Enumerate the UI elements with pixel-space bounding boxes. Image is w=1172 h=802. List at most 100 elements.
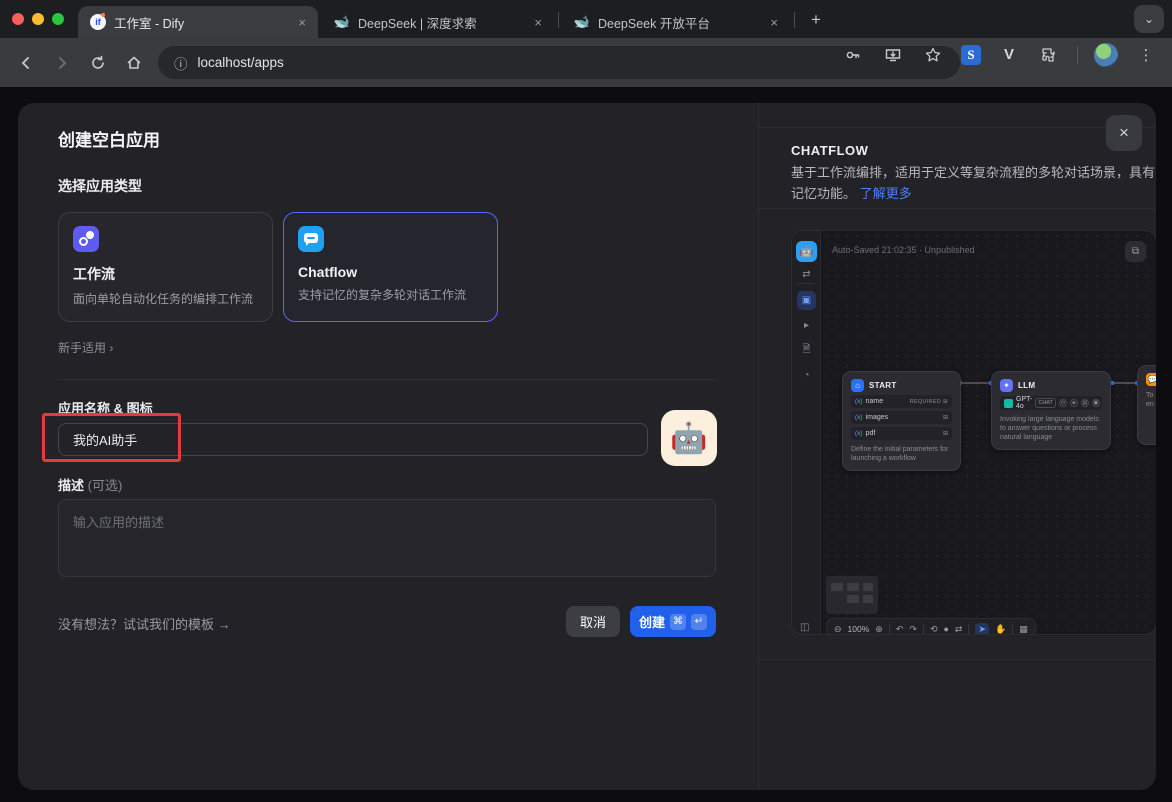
app-type-card-chatflow[interactable]: Chatflow 支持记忆的复杂多轮对话工作流 xyxy=(283,212,498,322)
preview-sidebar-divider xyxy=(798,283,815,284)
redo-icon: ↷ xyxy=(909,624,917,635)
tab-deepseek-chat[interactable]: 🐋 DeepSeek | 深度求索 × xyxy=(322,6,554,38)
beginner-friendly-link[interactable]: 新手适用 › xyxy=(58,339,113,356)
preview-swap-icon: ⇄ xyxy=(797,265,816,284)
zoom-in-icon: ⊕ xyxy=(875,624,883,635)
choose-type-label: 选择应用类型 xyxy=(58,176,142,196)
answer-node-clipped: 💬 AN To en xyxy=(1137,365,1156,445)
preview-panel-toggle-icon: ◫ xyxy=(800,622,809,633)
close-modal-button[interactable]: × xyxy=(1106,115,1142,151)
tab-title: DeepSeek 开放平台 xyxy=(598,13,760,32)
url-text: localhost/apps xyxy=(198,55,284,70)
loop-icon: ⇄ xyxy=(955,624,963,635)
card-description: 支持记忆的复杂多轮对话工作流 xyxy=(298,286,483,303)
preview-sidebar: 🤖 ⇄ ▣ ▸ 🗎 ◔ xyxy=(792,231,821,635)
preview-logs-icon: 🗎 xyxy=(797,341,816,360)
llm-node-description: Invoking large language models to answer… xyxy=(1000,415,1102,442)
history-icon: ⟲ xyxy=(930,624,938,635)
address-bar[interactable]: ⓘ localhost/apps xyxy=(158,46,960,79)
preview-orchestrate-icon: ▣ xyxy=(797,291,816,310)
create-app-form: 创建空白应用 选择应用类型 工作流 面向单轮自动化任务的编排工作流 Chatfl… xyxy=(18,103,758,790)
tab-close-icon[interactable]: × xyxy=(296,15,308,30)
bookmark-star-icon[interactable] xyxy=(921,43,945,67)
panel-divider xyxy=(759,127,1156,128)
panel-divider xyxy=(759,659,1156,660)
modal-title: 创建空白应用 xyxy=(58,126,160,151)
window-zoom-button[interactable] xyxy=(52,13,64,25)
llm-model-chip: GPT-4o CHAT ◷◈▤▣ xyxy=(1000,396,1102,410)
edge-start-llm xyxy=(960,382,992,384)
preview-app-avatar: 🤖 xyxy=(796,241,817,262)
reload-icon[interactable] xyxy=(84,49,112,77)
home-node-icon: ⌂ xyxy=(851,379,864,392)
new-tab-button[interactable]: + xyxy=(806,10,826,30)
home-icon[interactable] xyxy=(120,49,148,77)
workflow-icon xyxy=(73,226,99,252)
organize-icon: ▦ xyxy=(1019,624,1028,635)
dify-page-background: 创建空白应用 选择应用类型 工作流 面向单轮自动化任务的编排工作流 Chatfl… xyxy=(0,87,1172,802)
pointer-tool-icon: ➤ xyxy=(975,623,989,636)
password-key-icon[interactable] xyxy=(841,43,865,67)
start-node: ⌂ START (x) name REQUIRED⊞ (x) images ⊞ xyxy=(842,371,961,471)
browser-chrome: if 工作室 - Dify × 🐋 DeepSeek | 深度求索 × 🐋 De… xyxy=(0,0,1172,87)
preview-run-icon: ▸ xyxy=(797,316,816,335)
app-icon-emoji-button[interactable]: 🤖 xyxy=(661,410,717,466)
tab-close-icon[interactable]: × xyxy=(768,15,780,30)
annotation-highlight-box xyxy=(42,413,181,462)
llm-node: ✦ LLM GPT-4o CHAT ◷◈▤▣ Invoking large la… xyxy=(991,371,1111,450)
app-description-textarea[interactable] xyxy=(58,499,716,577)
workflow-preview-image: 🤖 ⇄ ▣ ▸ 🗎 ◔ Auto-Saved 21:02:35 · Unpubl… xyxy=(791,230,1156,635)
preview-minimap xyxy=(826,576,878,614)
tab-dify[interactable]: if 工作室 - Dify × xyxy=(78,6,318,38)
undo-icon: ↶ xyxy=(896,624,904,635)
start-field-pdf: (x) pdf ⊞ xyxy=(851,427,952,440)
preview-zoom-toolbar: ⊖ 100% ⊕ ↶ ↷ ⟲ ● ⇄ ➤ ✋ ▦ xyxy=(826,618,1036,635)
app-type-card-workflow[interactable]: 工作流 面向单轮自动化任务的编排工作流 xyxy=(58,212,273,322)
enter-key-icon: ↵ xyxy=(691,614,707,630)
autosave-status: Auto-Saved 21:02:35 · Unpublished xyxy=(832,245,975,255)
chatflow-icon xyxy=(298,226,324,252)
tab-deepseek-platform[interactable]: 🐋 DeepSeek 开放平台 × xyxy=(562,6,790,38)
learn-more-link[interactable]: 了解更多 xyxy=(860,186,912,201)
toolbar-divider xyxy=(1077,46,1078,64)
browser-toolbar: ⓘ localhost/apps S V ⋮ xyxy=(0,38,1172,87)
tab-title: DeepSeek | 深度求索 xyxy=(358,13,524,32)
try-templates-link[interactable]: 没有想法？试试我们的模板 → xyxy=(58,614,231,633)
deepseek-favicon: 🐋 xyxy=(574,14,590,30)
window-minimize-button[interactable] xyxy=(32,13,44,25)
tab-search-chevron-icon[interactable]: ⌄ xyxy=(1134,5,1164,33)
panel-title: CHATFLOW xyxy=(791,143,868,158)
extension-s-icon[interactable]: S xyxy=(961,45,981,65)
panel-divider xyxy=(759,208,1156,209)
tab-close-icon[interactable]: × xyxy=(532,15,544,30)
back-icon[interactable] xyxy=(12,49,40,77)
tab-title: 工作室 - Dify xyxy=(114,13,288,32)
menu-kebab-icon[interactable]: ⋮ xyxy=(1134,43,1158,67)
cmd-key-icon: ⌘ xyxy=(670,614,686,630)
hand-tool-icon: ✋ xyxy=(995,624,1006,635)
extensions-puzzle-icon[interactable] xyxy=(1037,43,1061,67)
card-title: 工作流 xyxy=(73,264,258,284)
window-close-button[interactable] xyxy=(12,13,24,25)
preview-expand-icon: ⧉ xyxy=(1125,241,1146,262)
llm-node-icon: ✦ xyxy=(1000,379,1013,392)
zoom-out-icon: ⊖ xyxy=(834,624,842,635)
site-info-icon[interactable]: ⓘ xyxy=(174,53,188,73)
dify-favicon: if xyxy=(90,14,106,30)
cancel-button[interactable]: 取消 xyxy=(566,606,620,637)
install-app-icon[interactable] xyxy=(881,43,905,67)
chatflow-info-panel: × CHATFLOW 基于工作流编排，适用于定义等复杂流程的多轮对话场景，具有记… xyxy=(758,103,1156,790)
description-label: 描述 (可选) xyxy=(58,475,122,494)
profile-avatar[interactable] xyxy=(1094,43,1118,67)
start-node-description: Define the initial parameters for launch… xyxy=(851,445,952,463)
forward-icon[interactable] xyxy=(48,49,76,77)
zoom-level: 100% xyxy=(848,624,870,634)
section-divider xyxy=(58,379,716,380)
create-button[interactable]: 创建 ⌘ ↵ xyxy=(630,606,716,637)
start-field-name: (x) name REQUIRED⊞ xyxy=(851,395,952,408)
extension-v-icon[interactable]: V xyxy=(997,43,1021,67)
deepseek-favicon: 🐋 xyxy=(334,14,350,30)
tab-strip: if 工作室 - Dify × 🐋 DeepSeek | 深度求索 × 🐋 De… xyxy=(0,0,1172,38)
panel-description: 基于工作流编排，适用于定义等复杂流程的多轮对话场景，具有记忆功能。 了解更多 xyxy=(791,162,1156,204)
card-description: 面向单轮自动化任务的编排工作流 xyxy=(73,290,258,307)
